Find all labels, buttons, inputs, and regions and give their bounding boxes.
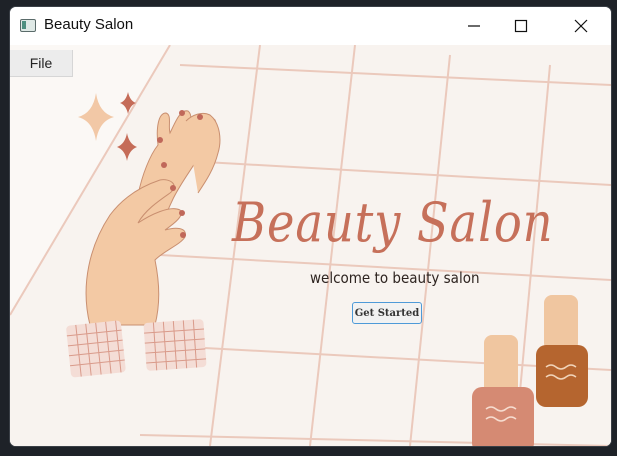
app-window-icon <box>20 19 36 32</box>
sparkle-icon <box>78 92 137 161</box>
close-icon <box>574 19 588 33</box>
menu-file[interactable]: File <box>10 50 73 77</box>
get-started-button[interactable]: Get Started <box>352 302 422 324</box>
maximize-button[interactable] <box>498 7 544 45</box>
app-window: Beauty Salon Beauty Salon welcome to bea… <box>10 7 611 446</box>
maximize-icon <box>514 19 528 33</box>
close-button[interactable] <box>558 7 604 45</box>
minimize-button[interactable] <box>451 7 497 45</box>
window-title: Beauty Salon <box>44 16 134 33</box>
tagline: welcome to beauty salon <box>310 269 480 287</box>
hero-panel: Beauty Salon welcome to beauty salon Get… <box>10 45 611 446</box>
minimize-icon <box>468 25 480 27</box>
hand-illustration <box>66 110 221 378</box>
nail-polish-illustration <box>472 295 588 446</box>
brand-title: Beauty Salon <box>232 191 554 254</box>
title-bar[interactable]: Beauty Salon <box>10 7 611 45</box>
